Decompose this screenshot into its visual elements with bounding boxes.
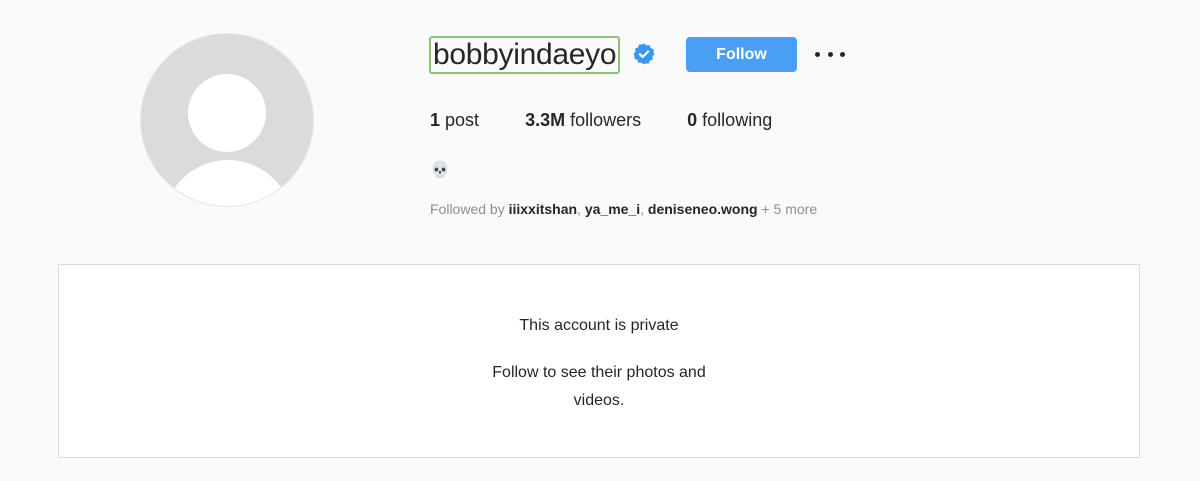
more-dot	[840, 51, 845, 57]
more-options-icon[interactable]	[815, 44, 845, 64]
profile-page: bobbyindaeyo Follow 1 post 3.3M follower…	[0, 0, 1200, 481]
following-label: following	[702, 110, 773, 130]
follower-name[interactable]: iiixxitshan	[509, 201, 577, 217]
avatar-body-shape	[163, 160, 293, 206]
username: bobbyindaeyo	[433, 38, 617, 71]
bio: 💀	[430, 162, 450, 179]
following-count: 0	[687, 110, 698, 130]
profile-stats: 1 post 3.3M followers 0 following	[430, 108, 818, 132]
followed-by-prefix: Followed by	[430, 201, 509, 217]
follow-button[interactable]: Follow	[686, 37, 797, 72]
avatar[interactable]	[140, 33, 314, 207]
private-account-panel: This account is private Follow to see th…	[58, 264, 1140, 458]
more-dot	[815, 51, 820, 57]
posts-count: 1	[430, 110, 441, 130]
followed-by[interactable]: Followed by iiixxitshan, ya_me_i, denise…	[430, 200, 817, 218]
follower-name[interactable]: deniseneo.wong	[648, 201, 758, 217]
followers-label: followers	[570, 110, 642, 130]
following-stat[interactable]: 0 following	[687, 108, 772, 132]
private-title: This account is private	[519, 317, 679, 334]
followers-stat[interactable]: 3.3M followers	[525, 108, 641, 132]
posts-label: post	[445, 110, 480, 130]
more-dot	[827, 51, 833, 57]
follower-name[interactable]: ya_me_i	[585, 201, 640, 217]
followers-count: 3.3M	[525, 110, 566, 130]
avatar-head-shape	[188, 74, 266, 152]
private-subtitle: Follow to see their photos and videos.	[492, 364, 706, 409]
username-box: bobbyindaeyo	[429, 36, 621, 74]
posts-stat: 1 post	[430, 108, 479, 132]
followed-by-suffix: + 5 more	[757, 201, 818, 217]
verified-badge-icon	[633, 43, 655, 65]
